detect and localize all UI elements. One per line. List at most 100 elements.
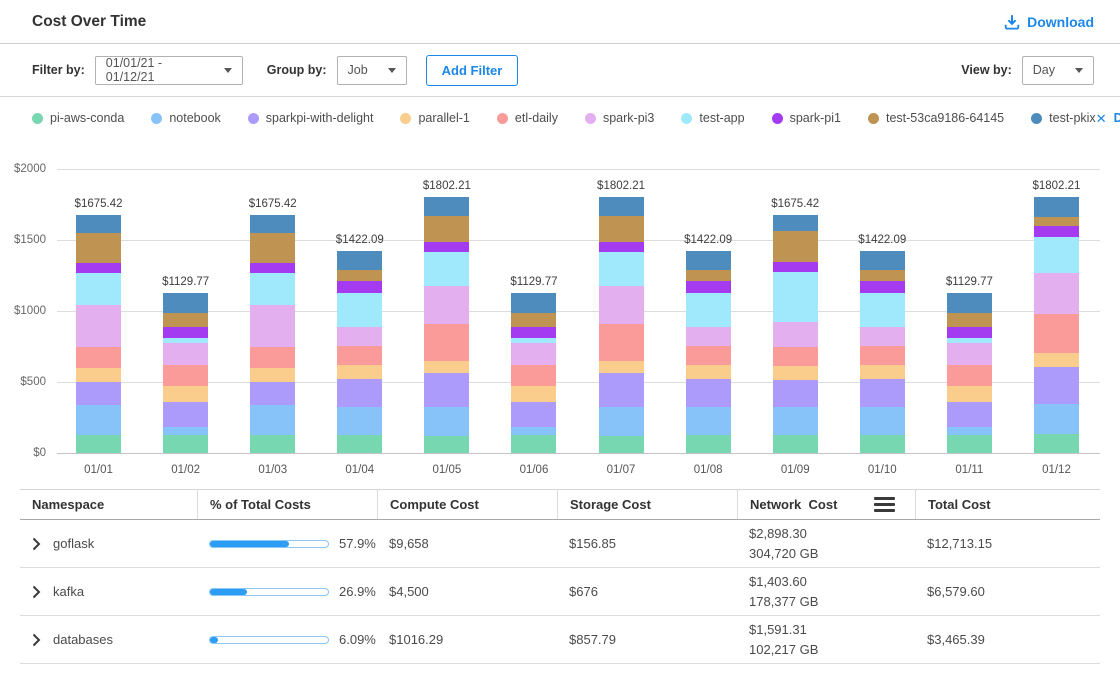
bar-segment[interactable] [163, 343, 208, 365]
bar-segment[interactable] [773, 366, 818, 380]
bar-segment[interactable] [686, 270, 731, 280]
bar-group[interactable] [337, 169, 382, 453]
bar-segment[interactable] [599, 216, 644, 243]
bar-segment[interactable] [686, 435, 731, 453]
bar-segment[interactable] [337, 407, 382, 435]
bar-segment[interactable] [511, 313, 556, 327]
bar-segment[interactable] [424, 361, 469, 374]
bar-group[interactable] [860, 169, 905, 453]
bar-group[interactable] [773, 169, 818, 453]
legend-item[interactable]: test-53ca9186-64145 [868, 111, 1004, 125]
bar-segment[interactable] [424, 407, 469, 435]
bar-segment[interactable] [424, 324, 469, 361]
bar-segment[interactable] [1034, 217, 1079, 226]
bar-segment[interactable] [250, 263, 295, 273]
bar-segment[interactable] [511, 365, 556, 387]
bar-segment[interactable] [947, 402, 992, 427]
bar-segment[interactable] [860, 270, 905, 280]
bar-segment[interactable] [76, 233, 121, 263]
bar-segment[interactable] [337, 281, 382, 293]
bar-segment[interactable] [947, 293, 992, 313]
legend-item[interactable]: parallel-1 [400, 111, 469, 125]
legend-item[interactable]: notebook [151, 111, 220, 125]
bar-segment[interactable] [947, 386, 992, 402]
bar-segment[interactable] [163, 402, 208, 427]
bar-segment[interactable] [686, 251, 731, 270]
bar-segment[interactable] [250, 405, 295, 435]
bar-group[interactable] [511, 169, 556, 453]
bar-segment[interactable] [686, 327, 731, 346]
bar-segment[interactable] [686, 281, 731, 293]
bar-segment[interactable] [773, 435, 818, 453]
legend-item[interactable]: spark-pi1 [772, 111, 841, 125]
bar-group[interactable] [250, 169, 295, 453]
bar-segment[interactable] [599, 407, 644, 435]
bar-segment[interactable] [773, 347, 818, 366]
bar-segment[interactable] [686, 407, 731, 435]
bar-segment[interactable] [947, 343, 992, 365]
bar-segment[interactable] [424, 216, 469, 243]
bar-segment[interactable] [599, 373, 644, 407]
bar-segment[interactable] [424, 436, 469, 453]
bar-segment[interactable] [947, 365, 992, 387]
column-settings-icon[interactable] [874, 497, 895, 512]
bar-segment[interactable] [337, 435, 382, 453]
bar-segment[interactable] [947, 313, 992, 327]
bar-segment[interactable] [163, 365, 208, 387]
bar-segment[interactable] [511, 402, 556, 427]
bar-segment[interactable] [1034, 404, 1079, 435]
bar-segment[interactable] [1034, 367, 1079, 404]
bar-segment[interactable] [773, 231, 818, 262]
legend-item[interactable]: test-pkix [1031, 111, 1096, 125]
bar-segment[interactable] [163, 293, 208, 313]
bar-segment[interactable] [250, 435, 295, 453]
bar-segment[interactable] [860, 379, 905, 407]
bar-segment[interactable] [511, 386, 556, 402]
bar-segment[interactable] [1034, 226, 1079, 237]
bar-segment[interactable] [1034, 197, 1079, 217]
bar-segment[interactable] [76, 435, 121, 453]
legend-item[interactable]: test-app [681, 111, 744, 125]
expand-chevron-icon[interactable] [32, 585, 41, 599]
bar-segment[interactable] [599, 286, 644, 324]
legend-item[interactable]: sparkpi-with-delight [248, 111, 374, 125]
bar-group[interactable] [424, 169, 469, 453]
bar-segment[interactable] [424, 252, 469, 285]
bar-group[interactable] [163, 169, 208, 453]
bar-segment[interactable] [511, 435, 556, 453]
view-by-select[interactable]: Day [1022, 56, 1094, 85]
bar-segment[interactable] [860, 407, 905, 435]
bar-segment[interactable] [424, 242, 469, 252]
bar-segment[interactable] [860, 365, 905, 379]
bar-segment[interactable] [1034, 434, 1079, 453]
bar-segment[interactable] [511, 293, 556, 313]
bar-segment[interactable] [599, 436, 644, 453]
bar-segment[interactable] [860, 435, 905, 453]
bar-segment[interactable] [686, 365, 731, 379]
bar-segment[interactable] [424, 197, 469, 216]
bar-segment[interactable] [163, 313, 208, 327]
bar-segment[interactable] [76, 215, 121, 232]
bar-segment[interactable] [163, 386, 208, 402]
bar-segment[interactable] [599, 242, 644, 252]
bar-segment[interactable] [163, 427, 208, 434]
add-filter-button[interactable]: Add Filter [426, 55, 519, 86]
bar-segment[interactable] [947, 435, 992, 453]
bar-segment[interactable] [250, 215, 295, 232]
bar-segment[interactable] [337, 346, 382, 365]
bar-segment[interactable] [337, 270, 382, 280]
bar-segment[interactable] [76, 347, 121, 368]
bar-group[interactable] [599, 169, 644, 453]
bar-segment[interactable] [76, 263, 121, 273]
date-range-select[interactable]: 01/01/21 - 01/12/21 [95, 56, 243, 85]
bar-segment[interactable] [860, 346, 905, 365]
bar-segment[interactable] [511, 427, 556, 434]
bar-segment[interactable] [860, 327, 905, 346]
download-button[interactable]: Download [1004, 14, 1094, 30]
bar-segment[interactable] [511, 343, 556, 365]
bar-segment[interactable] [773, 380, 818, 408]
bar-segment[interactable] [337, 379, 382, 407]
bar-segment[interactable] [337, 365, 382, 379]
deselect-all-button[interactable]: ✕ Deselect All [1096, 111, 1120, 125]
bar-segment[interactable] [599, 252, 644, 285]
